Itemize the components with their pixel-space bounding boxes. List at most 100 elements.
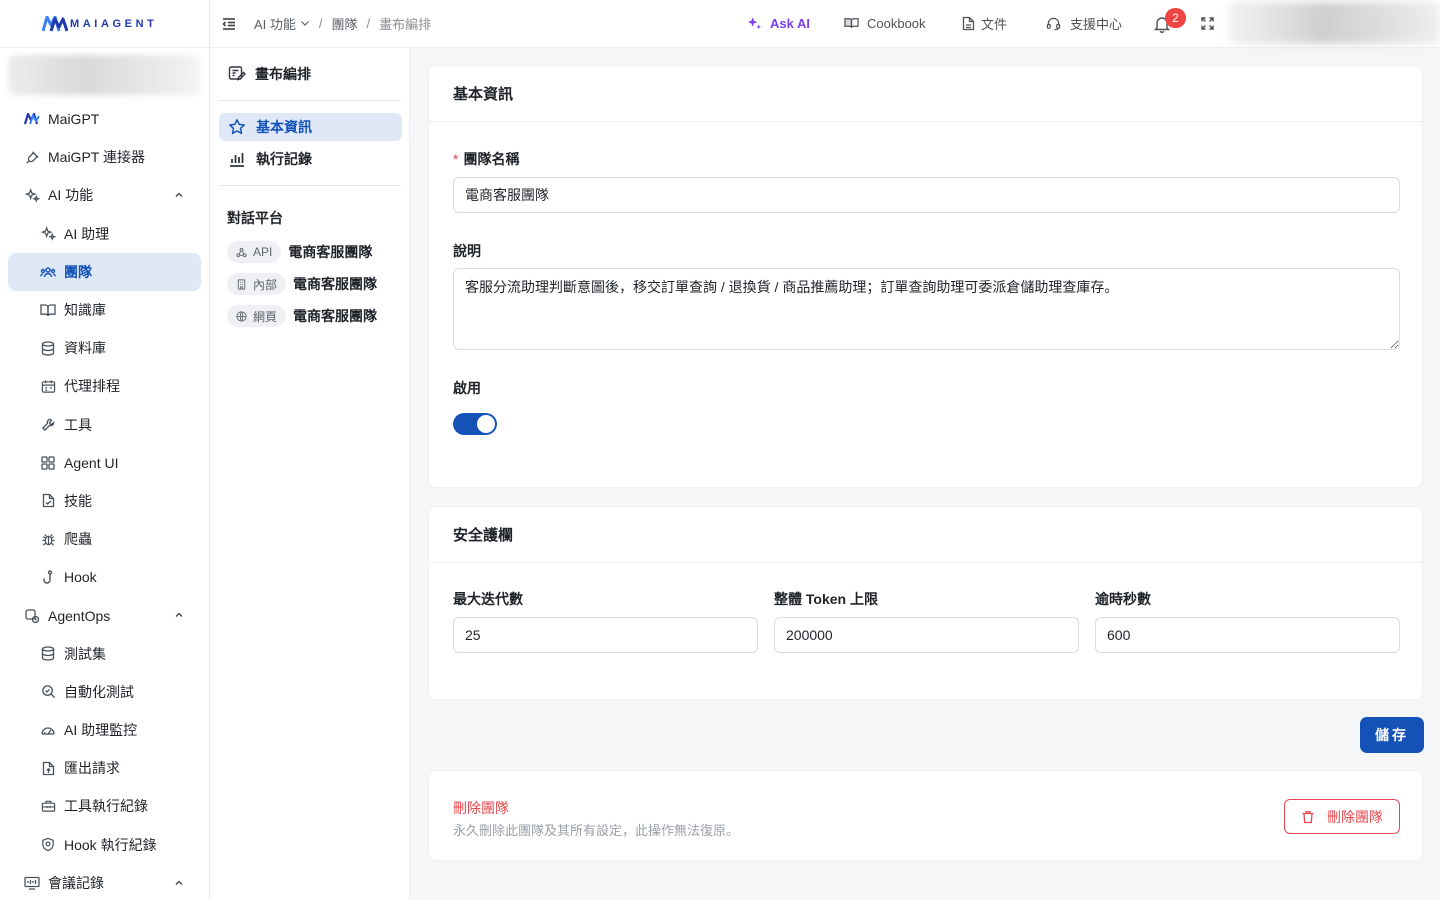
breadcrumb-separator: / <box>366 15 371 31</box>
sidebar-item-knowledge-base[interactable]: 知識庫 <box>8 291 201 329</box>
sidebar-item-label: AI 功能 <box>48 187 94 204</box>
max-iterations-input[interactable] <box>453 617 758 653</box>
subnav-execution-log[interactable]: 執行記錄 <box>219 145 402 173</box>
sidebar-item-label: 自動化測試 <box>64 683 134 700</box>
sidebar-item-maigpt[interactable]: MaiGPT <box>8 100 201 138</box>
toggle-knob <box>477 415 495 433</box>
ask-ai-button[interactable]: Ask AI <box>747 0 810 46</box>
platform-tag-label: 網頁 <box>253 309 278 324</box>
maiagent-logo-icon <box>42 15 68 31</box>
sidebar-item-agentops[interactable]: AgentOps <box>8 596 201 634</box>
sidebar-item-export-requests[interactable]: 匯出請求 <box>8 749 201 787</box>
sidebar-item-label: Hook <box>64 569 97 586</box>
cookbook-link[interactable]: Cookbook <box>844 0 926 46</box>
sidebar-item-label: 工具執行紀錄 <box>64 798 148 815</box>
plug-icon <box>24 149 40 165</box>
search-icon <box>40 684 56 700</box>
gauge-icon <box>40 722 56 738</box>
sidebar-item-ai-features[interactable]: AI 功能 <box>8 176 201 214</box>
timeout-input[interactable] <box>1095 617 1400 653</box>
sidebar-item-label: 匯出請求 <box>64 760 120 777</box>
sidebar-item-agent-schedule[interactable]: 代理排程 <box>8 367 201 405</box>
notification-badge[interactable]: 2 <box>1165 8 1186 28</box>
sidebar-item-label: 會議記錄 <box>48 874 104 891</box>
team-name-label-text: 團隊名稱 <box>463 151 520 167</box>
user-profile-menu[interactable] <box>1228 2 1440 44</box>
platform-tag-label: API <box>253 245 273 259</box>
platform-tag: 網頁 <box>227 305 287 327</box>
platforms-section-title: 對話平台 <box>227 210 283 226</box>
subnav-label: 執行記錄 <box>256 151 312 167</box>
sidebar-item-hook[interactable]: Hook <box>8 558 201 596</box>
team-name-label: * 團隊名稱 <box>453 149 519 169</box>
chevron-down-icon[interactable] <box>300 18 310 28</box>
sidebar-item-assistant-monitor[interactable]: AI 助理監控 <box>8 711 201 749</box>
building-icon <box>237 278 246 290</box>
chevron-up-icon <box>175 192 183 198</box>
sidebar-item-maigpt-connector[interactable]: MaiGPT 連接器 <box>8 138 201 176</box>
platform-name: 電商客服團隊 <box>288 244 373 260</box>
trash-icon <box>1302 810 1314 823</box>
token-limit-input[interactable] <box>774 617 1079 653</box>
breadcrumb: AI 功能 / 團隊 / 畫布編排 <box>254 0 431 46</box>
breadcrumb-team[interactable]: 團隊 <box>332 14 358 33</box>
sidebar-item-ai-assistant[interactable]: AI 助理 <box>8 215 201 253</box>
sidebar-item-tool-execution-log[interactable]: 工具執行紀錄 <box>8 787 201 825</box>
sidebar-item-label: MaiGPT <box>48 111 100 128</box>
platform-api[interactable]: API 電商客服團隊 <box>227 241 372 263</box>
platform-tag-label: 內部 <box>253 277 278 292</box>
wrench-icon <box>40 417 56 433</box>
basic-info-card: 基本資訊 *團隊名稱 說明 客服分流助理判斷意圖後，移交訂單查詢 / 退換貨 /… <box>428 65 1423 488</box>
delete-team-button-label: 刪除團隊 <box>1327 808 1383 825</box>
save-button[interactable]: 儲存 <box>1360 717 1424 753</box>
sidebar-item-hook-execution-log[interactable]: Hook 執行紀錄 <box>8 826 201 864</box>
fullscreen-icon[interactable] <box>1201 17 1214 30</box>
enabled-toggle[interactable] <box>453 413 497 435</box>
sidebar-item-test-set[interactable]: 測試集 <box>8 635 201 673</box>
sidebar-item-agent-ui[interactable]: Agent UI <box>8 444 201 482</box>
canvas-header[interactable]: 畫布編排 <box>228 64 311 84</box>
sidebar-item-database[interactable]: 資料庫 <box>8 329 201 367</box>
canvas-header-label: 畫布編排 <box>255 66 311 82</box>
description-textarea[interactable]: 客服分流助理判斷意圖後，移交訂單查詢 / 退換貨 / 商品推薦助理；訂單查詢助理… <box>453 268 1400 350</box>
sidebar-item-skills[interactable]: 技能 <box>8 482 201 520</box>
sidebar-item-crawler[interactable]: 爬蟲 <box>8 520 201 558</box>
description-label: 說明 <box>453 243 481 259</box>
document-icon <box>962 16 977 31</box>
delete-team-title: 刪除團隊 <box>453 800 509 816</box>
timeout-label: 逾時秒數 <box>1095 591 1151 607</box>
sidebar-item-tools[interactable]: 工具 <box>8 406 201 444</box>
subnav-label: 基本資訊 <box>256 119 312 135</box>
brand-logo[interactable]: MAIAGENT <box>0 0 209 48</box>
subnav-basic-info[interactable]: 基本資訊 <box>219 113 402 141</box>
maigpt-logo-icon <box>24 111 40 127</box>
team-name-input[interactable] <box>453 177 1400 213</box>
sidebar-item-label: AI 助理監控 <box>64 722 138 739</box>
breadcrumb-ai-features[interactable]: AI 功能 <box>254 14 296 33</box>
chevron-up-icon <box>175 612 183 618</box>
toolbox-icon <box>40 798 56 814</box>
platform-tag: API <box>227 241 282 263</box>
delete-team-button[interactable]: 刪除團隊 <box>1284 799 1400 834</box>
support-center-link[interactable]: 支援中心 <box>1046 0 1122 46</box>
canvas-sub-panel: 畫布編排 基本資訊 執行記錄 對話平台 API 電商客服團隊 內部 電商客服團隊… <box>210 48 410 900</box>
platform-web[interactable]: 網頁 電商客服團隊 <box>227 305 377 327</box>
organization-selector[interactable] <box>8 55 201 95</box>
collapse-sidebar-icon[interactable] <box>221 16 237 32</box>
sidebar-item-team[interactable]: 團隊 <box>8 252 201 291</box>
grid-icon <box>40 455 56 471</box>
star-icon <box>229 119 245 135</box>
sidebar-item-label: 工具 <box>64 416 92 433</box>
platform-tag: 內部 <box>227 273 287 295</box>
sidebar-item-label: 團隊 <box>64 263 92 280</box>
docs-link[interactable]: 文件 <box>962 0 1007 46</box>
sidebar-item-meeting-records[interactable]: 會議記錄 <box>8 864 201 900</box>
sparkle-icon <box>40 226 56 242</box>
main-sidebar: MAIAGENT MaiGPT MaiGPT 連接器 AI 功能 AI 助理 團… <box>0 0 210 900</box>
platform-name: 電商客服團隊 <box>293 276 378 292</box>
sidebar-item-automated-testing[interactable]: 自動化測試 <box>8 673 201 711</box>
platform-internal[interactable]: 內部 電商客服團隊 <box>227 273 377 295</box>
guardrails-title: 安全護欄 <box>429 507 1422 563</box>
divider <box>218 100 401 101</box>
bar-chart-icon <box>230 153 244 167</box>
